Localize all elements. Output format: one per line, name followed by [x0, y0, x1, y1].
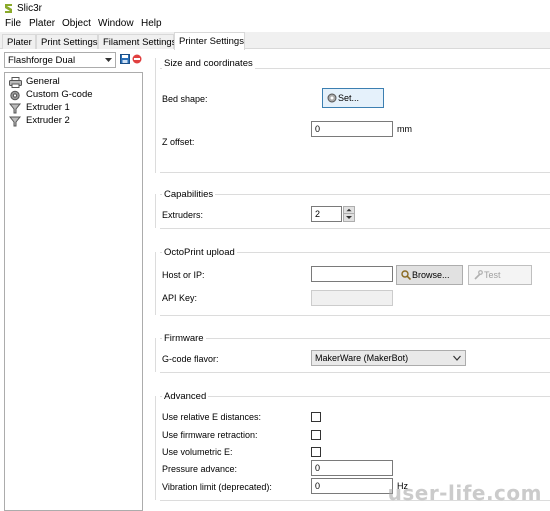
tab-filament-settings[interactable]: Filament Settings [98, 34, 176, 49]
extruders-label: Extruders: [162, 210, 204, 220]
group-separator [160, 338, 550, 339]
tab-bar: Plater Print Settings Filament Settings … [0, 32, 550, 50]
test-button[interactable]: Test [468, 265, 532, 285]
spin-up-icon[interactable] [344, 207, 354, 214]
group-separator [160, 172, 550, 173]
menu-window[interactable]: Window [98, 18, 134, 29]
vibration-limit-label: Vibration limit (deprecated): [162, 482, 272, 492]
group-title-capabilities: Capabilities [162, 189, 216, 200]
relative-e-label: Use relative E distances: [162, 412, 262, 422]
tree-item-label: Extruder 2 [26, 115, 70, 126]
chevron-down-icon [105, 58, 112, 62]
vibration-limit-input[interactable]: 0 [311, 478, 393, 494]
relative-e-checkbox[interactable] [311, 412, 321, 422]
funnel-icon [9, 116, 22, 127]
group-separator [160, 372, 550, 373]
volumetric-e-checkbox[interactable] [311, 447, 321, 457]
menu-help[interactable]: Help [141, 18, 162, 29]
gcode-flavor-select[interactable]: MakerWare (MakerBot) [311, 350, 466, 366]
pressure-advance-label: Pressure advance: [162, 464, 238, 474]
group-separator [160, 194, 550, 195]
preset-select-value: Flashforge Dual [8, 55, 76, 66]
spin-down-icon[interactable] [344, 214, 354, 221]
tree-item-label: Custom G-code [26, 89, 93, 100]
cog-icon [327, 93, 337, 103]
menu-bar: File Plater Object Window Help [0, 17, 550, 32]
menu-file[interactable]: File [5, 18, 21, 29]
z-offset-unit: mm [397, 124, 412, 134]
group-title-octoprint: OctoPrint upload [162, 247, 237, 258]
browse-button[interactable]: Browse... [396, 265, 463, 285]
group-border [155, 194, 156, 228]
bed-shape-set-button[interactable]: Set... [322, 88, 384, 108]
gcode-flavor-value: MakerWare (MakerBot) [315, 353, 409, 363]
extruders-input[interactable]: 2 [311, 206, 342, 222]
tab-print-settings[interactable]: Print Settings [36, 34, 98, 49]
bed-shape-set-label: Set... [338, 93, 360, 103]
extruders-spinner[interactable] [343, 206, 355, 222]
gcode-flavor-label: G-code flavor: [162, 354, 219, 364]
window-title: Slic3r [17, 3, 43, 14]
group-border [155, 252, 156, 315]
group-title-advanced: Advanced [162, 391, 209, 402]
tree-item-label: General [26, 76, 60, 87]
firmware-retraction-label: Use firmware retraction: [162, 430, 258, 440]
magnifier-icon [401, 270, 411, 280]
preset-select[interactable]: Flashforge Dual [4, 52, 116, 68]
wrench-icon [474, 270, 483, 280]
z-offset-input[interactable]: 0 [311, 121, 393, 137]
group-title-size-coordinates: Size and coordinates [162, 58, 255, 69]
tab-printer-settings[interactable]: Printer Settings [174, 32, 245, 50]
group-title-firmware: Firmware [162, 333, 206, 344]
group-border [155, 338, 156, 372]
api-key-input[interactable] [311, 290, 393, 306]
volumetric-e-label: Use volumetric E: [162, 447, 233, 457]
pressure-advance-input[interactable]: 0 [311, 460, 393, 476]
tab-plater[interactable]: Plater [2, 34, 36, 49]
host-label: Host or IP: [162, 270, 205, 280]
watermark-text: user-life.com [387, 481, 542, 505]
printer-icon [9, 77, 22, 88]
api-key-label: API Key: [162, 293, 198, 303]
z-offset-label: Z offset: [162, 137, 195, 147]
group-separator [160, 228, 550, 229]
menu-plater[interactable]: Plater [29, 18, 55, 29]
menu-object[interactable]: Object [62, 18, 91, 29]
test-button-label: Test [484, 270, 501, 280]
delete-preset-icon[interactable] [132, 54, 142, 64]
bed-shape-label: Bed shape: [162, 94, 208, 104]
title-bar: Slic3r [0, 0, 550, 17]
settings-tree: General Custom G-code Extruder 1 Extrude… [4, 72, 143, 511]
browse-button-label: Browse... [412, 270, 450, 280]
group-border [155, 58, 156, 173]
firmware-retraction-checkbox[interactable] [311, 430, 321, 440]
funnel-icon [9, 103, 22, 114]
cog-icon [10, 90, 20, 101]
host-input[interactable] [311, 266, 393, 282]
group-border [155, 396, 156, 500]
group-separator [160, 396, 550, 397]
group-separator [160, 315, 550, 316]
save-preset-icon[interactable] [120, 54, 130, 64]
slic3r-logo-icon [5, 4, 12, 13]
chevron-down-icon [453, 355, 461, 361]
tree-item-label: Extruder 1 [26, 102, 70, 113]
